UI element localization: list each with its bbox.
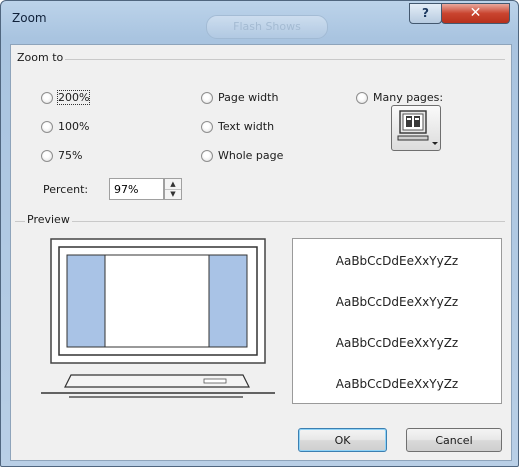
font-sample-line: AaBbCcDdEeXxYyZz — [335, 336, 459, 350]
zoom-200-label: 200% — [56, 90, 91, 105]
monitor-pages-icon — [397, 110, 438, 145]
radio-button-icon[interactable] — [41, 149, 53, 162]
font-sample-line: AaBbCcDdEeXxYyZz — [335, 377, 459, 391]
zoom-200-option[interactable]: 200% — [41, 90, 91, 105]
many-pages-label: Many pages: — [373, 91, 444, 104]
page-right-margin — [208, 254, 248, 348]
preview-divider — [15, 221, 505, 222]
zoom-75-option[interactable]: 75% — [41, 149, 82, 162]
zoom-to-divider — [15, 59, 505, 60]
page-width-label: Page width — [218, 91, 279, 104]
spin-down-arrow-icon[interactable]: ▼ — [165, 189, 181, 199]
zoom-dialog-window: Zoom Flash Shows ? ✕ Zoom to 200% 100% 7… — [0, 0, 519, 467]
many-pages-option[interactable]: Many pages: — [356, 91, 443, 104]
background-window-tab: Flash Shows — [206, 15, 328, 39]
close-icon: ✕ — [469, 5, 482, 21]
monitor-base-slot — [203, 378, 227, 384]
whole-page-option[interactable]: Whole page — [201, 149, 283, 162]
radio-button-icon[interactable] — [201, 91, 213, 104]
background-window-tab-label: Flash Shows — [233, 20, 301, 33]
dialog-client-area: Zoom to 200% 100% 75% Page width Text wi… — [10, 44, 512, 461]
close-button[interactable]: ✕ — [441, 3, 510, 24]
many-pages-button[interactable] — [391, 105, 441, 151]
zoom-100-label: 100% — [58, 120, 90, 133]
page-left-margin — [66, 254, 106, 348]
zoom-to-group-label: Zoom to — [15, 51, 66, 64]
radio-button-icon[interactable] — [356, 91, 368, 104]
font-sample-preview: AaBbCcDdEeXxYyZz AaBbCcDdEeXxYyZz AaBbCc… — [292, 238, 502, 404]
text-width-option[interactable]: Text width — [201, 120, 274, 133]
preview-monitor-graphic — [41, 238, 275, 398]
radio-button-icon[interactable] — [201, 149, 213, 162]
zoom-100-option[interactable]: 100% — [41, 120, 89, 133]
whole-page-label: Whole page — [218, 149, 284, 162]
percent-input[interactable] — [109, 178, 164, 200]
text-width-label: Text width — [218, 120, 275, 133]
radio-button-icon[interactable] — [41, 91, 53, 104]
zoom-75-label: 75% — [58, 149, 83, 162]
help-button[interactable]: ? — [409, 3, 442, 24]
cancel-button[interactable]: Cancel — [406, 428, 502, 452]
title-bar[interactable]: Zoom Flash Shows ? ✕ — [1, 1, 518, 39]
percent-spinner[interactable]: ▲ ▼ — [164, 178, 182, 200]
help-icon: ? — [422, 6, 429, 20]
percent-label: Percent: — [43, 183, 89, 196]
font-sample-line: AaBbCcDdEeXxYyZz — [335, 295, 459, 309]
radio-button-icon[interactable] — [201, 120, 213, 133]
ok-button[interactable]: OK — [298, 428, 387, 452]
radio-button-icon[interactable] — [41, 120, 53, 133]
font-sample-line: AaBbCcDdEeXxYyZz — [335, 254, 459, 268]
page-width-option[interactable]: Page width — [201, 91, 278, 104]
window-title: Zoom — [12, 11, 47, 25]
